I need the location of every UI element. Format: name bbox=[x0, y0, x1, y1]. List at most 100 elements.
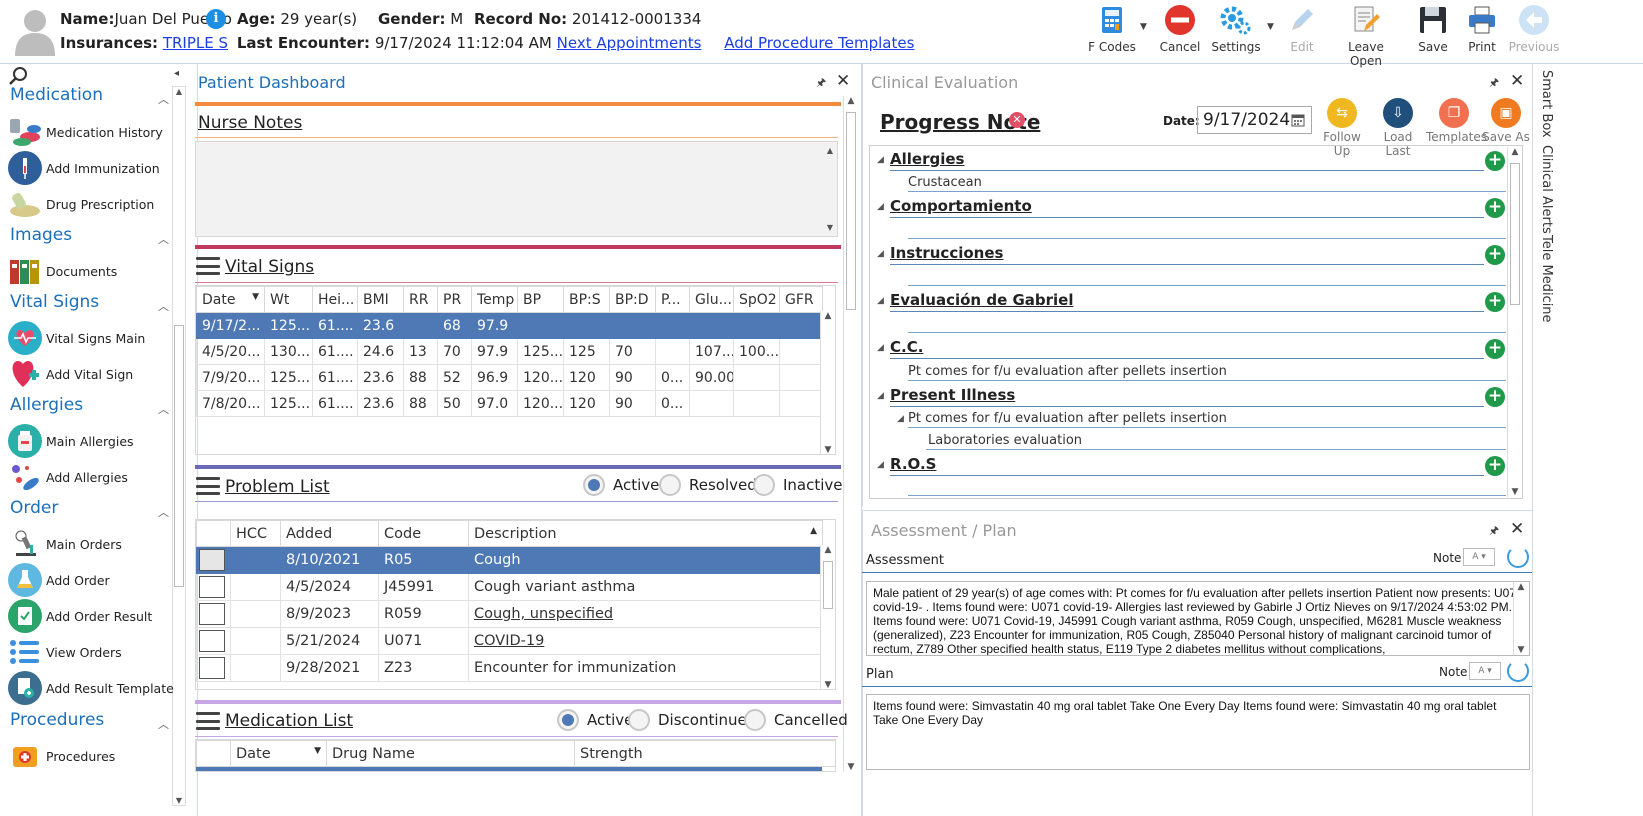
section-present-illness[interactable]: Present Illness bbox=[890, 386, 1015, 404]
tab-smart-box[interactable]: Smart Box bbox=[1539, 70, 1554, 138]
problem-filter-resolved[interactable]: Resolved bbox=[659, 474, 757, 496]
expand-triangle-icon[interactable]: ◢ bbox=[877, 155, 884, 165]
expand-triangle-icon[interactable]: ◢ bbox=[877, 343, 884, 353]
sidebar-item-drug-prescription[interactable]: Drug Prescription bbox=[8, 187, 154, 221]
plan-format-dropdown[interactable]: A ▾ bbox=[1469, 662, 1501, 680]
refresh-icon[interactable] bbox=[1507, 660, 1529, 682]
column-header[interactable]: Glu... bbox=[689, 286, 734, 313]
column-header[interactable]: Date ▼ bbox=[196, 286, 265, 313]
expand-triangle-icon[interactable]: ◢ bbox=[897, 414, 904, 424]
sidebar-item-add-order-result[interactable]: Add Order Result bbox=[8, 599, 152, 633]
remove-note-icon[interactable]: ✕ bbox=[1009, 112, 1025, 128]
table-row[interactable]: 7/9/20... 125... 61.... 23.6 88 52 96.9 120... 1… bbox=[196, 364, 823, 391]
refresh-icon[interactable] bbox=[1507, 546, 1529, 568]
leave-open-button[interactable]: Leave Open bbox=[1334, 4, 1398, 68]
calendar-icon[interactable] bbox=[1291, 112, 1305, 132]
expand-triangle-icon[interactable]: ◢ bbox=[877, 296, 884, 306]
column-header[interactable]: GFR bbox=[779, 286, 823, 313]
table-row[interactable]: 5/21/2024 U071 COVID-19 bbox=[196, 627, 823, 655]
nurse-notes-textarea[interactable]: ▲ ▼ bbox=[195, 141, 838, 237]
sidebar-section-images[interactable]: Images bbox=[10, 225, 72, 245]
chevron-up-icon[interactable]: ︿ bbox=[158, 504, 169, 520]
column-header[interactable] bbox=[196, 740, 231, 767]
table-row[interactable]: 9/28/2021 Z23 Encounter for immunization bbox=[196, 654, 823, 682]
sidebar-item-view-orders[interactable]: View Orders bbox=[8, 635, 122, 669]
table-row[interactable]: 8/9/2023 R059 Cough, unspecified bbox=[196, 600, 823, 628]
medication-filter-active[interactable]: Active bbox=[557, 709, 633, 731]
menu-icon[interactable] bbox=[196, 477, 220, 495]
settings-button[interactable]: Settings bbox=[1204, 4, 1268, 60]
column-header[interactable]: PR bbox=[437, 286, 472, 313]
close-icon[interactable]: ✕ bbox=[1510, 519, 1524, 539]
add-allergies-icon[interactable]: + bbox=[1485, 151, 1505, 171]
date-input[interactable]: 9/17/2024 bbox=[1197, 106, 1312, 134]
sidebar-item-documents[interactable]: Documents bbox=[8, 254, 117, 288]
sidebar-section-vital-signs[interactable]: Vital Signs bbox=[10, 292, 99, 312]
column-header[interactable]: Date ▼ bbox=[230, 740, 327, 767]
add-cc-icon[interactable]: + bbox=[1485, 339, 1505, 359]
table-row[interactable]: 9/17/2... 125... 61.... 23.6 68 97.9 bbox=[196, 312, 823, 339]
problem-filter-inactive[interactable]: Inactive bbox=[753, 474, 843, 496]
section-allergies[interactable]: Allergies bbox=[890, 150, 964, 168]
expand-triangle-icon[interactable]: ◢ bbox=[877, 249, 884, 259]
expand-triangle-icon[interactable]: ◢ bbox=[877, 202, 884, 212]
save-as-button[interactable]: ▣ Save As bbox=[1478, 98, 1534, 144]
add-present-illness-icon[interactable]: + bbox=[1485, 387, 1505, 407]
chevron-up-icon[interactable]: ︿ bbox=[158, 401, 169, 417]
pin-icon[interactable]: 🖈 bbox=[1489, 522, 1499, 541]
clinical-scrollbar[interactable]: ▲ ▼ bbox=[1507, 147, 1522, 497]
section-evaluacion[interactable]: Evaluación de Gabriel bbox=[890, 291, 1074, 309]
column-header[interactable]: P... bbox=[655, 286, 690, 313]
close-icon[interactable]: ✕ bbox=[1510, 71, 1524, 91]
column-header[interactable] bbox=[196, 520, 231, 547]
expand-triangle-icon[interactable]: ◢ bbox=[877, 391, 884, 401]
add-comportamiento-icon[interactable]: + bbox=[1485, 198, 1505, 218]
menu-icon[interactable] bbox=[196, 712, 220, 730]
chevron-up-icon[interactable]: ︿ bbox=[158, 716, 169, 732]
column-header[interactable]: Wt bbox=[264, 286, 313, 313]
fcodes-button[interactable]: F Codes bbox=[1080, 4, 1144, 60]
plan-textarea[interactable]: Items found were: Simvastatin 40 mg oral… bbox=[866, 694, 1530, 770]
sidebar-item-main-allergies[interactable]: Main Allergies bbox=[8, 424, 134, 458]
edit-button[interactable]: Edit bbox=[1270, 4, 1334, 60]
row-checkbox[interactable] bbox=[199, 657, 225, 679]
row-checkbox[interactable] bbox=[199, 576, 225, 598]
insurance-link[interactable]: TRIPLE S bbox=[163, 34, 228, 52]
collapse-sidebar-icon[interactable]: ◂ bbox=[174, 68, 179, 79]
column-header[interactable]: HCC bbox=[230, 520, 281, 547]
row-checkbox[interactable] bbox=[199, 603, 225, 625]
column-header[interactable]: BMI bbox=[357, 286, 404, 313]
sidebar-section-medication[interactable]: Medication bbox=[10, 85, 103, 105]
sidebar-scrollbar[interactable]: ▲ ▼ bbox=[172, 86, 186, 806]
table-row[interactable]: 4/5/2024 J45991 Cough variant asthma bbox=[196, 573, 823, 601]
column-header[interactable]: BP bbox=[517, 286, 564, 313]
assessment-textarea[interactable]: Male patient of 29 year(s) of age comes … bbox=[866, 581, 1530, 656]
problem-filter-active[interactable]: Active bbox=[583, 474, 659, 496]
table-row[interactable]: 7/8/20... 125... 61.... 23.6 88 50 97.0 120... 1… bbox=[196, 390, 823, 417]
sidebar-item-main-orders[interactable]: Main Orders bbox=[8, 527, 122, 561]
note-format-dropdown[interactable]: A ▾ bbox=[1463, 548, 1495, 566]
sidebar-item-add-immunization[interactable]: Add Immunization bbox=[8, 151, 160, 185]
vital-signs-scrollbar[interactable]: ▲ ▼ bbox=[820, 311, 835, 454]
row-checkbox[interactable] bbox=[199, 630, 225, 652]
add-procedure-templates-link[interactable]: Add Procedure Templates bbox=[724, 34, 914, 52]
templates-button[interactable]: ❐ Templates bbox=[1426, 98, 1487, 144]
sidebar-item-add-order[interactable]: Add Order bbox=[8, 563, 110, 597]
sidebar-item-procedures[interactable]: Procedures bbox=[8, 739, 115, 773]
column-header[interactable]: Temp bbox=[471, 286, 518, 313]
column-header[interactable]: Strength bbox=[574, 740, 835, 767]
problem-list-scrollbar[interactable]: ▲ ▼ bbox=[820, 545, 835, 689]
pin-icon[interactable]: 🖈 bbox=[816, 74, 826, 93]
medication-filter-cancelled[interactable]: Cancelled bbox=[744, 709, 848, 731]
cancel-button[interactable]: Cancel bbox=[1148, 4, 1212, 60]
column-header[interactable]: BP:D bbox=[609, 286, 656, 313]
close-icon[interactable]: ✕ bbox=[836, 71, 850, 91]
column-header[interactable]: Drug Name bbox=[326, 740, 575, 767]
row-checkbox[interactable] bbox=[199, 549, 225, 571]
tab-tele-medicine[interactable]: Tele Medicine bbox=[1539, 235, 1554, 323]
pin-icon[interactable]: 🖈 bbox=[1489, 74, 1499, 93]
section-ros[interactable]: R.O.S bbox=[890, 455, 936, 473]
section-cc[interactable]: C.C. bbox=[890, 338, 923, 356]
column-header[interactable]: RR bbox=[403, 286, 438, 313]
column-header[interactable]: SpO2 bbox=[733, 286, 780, 313]
